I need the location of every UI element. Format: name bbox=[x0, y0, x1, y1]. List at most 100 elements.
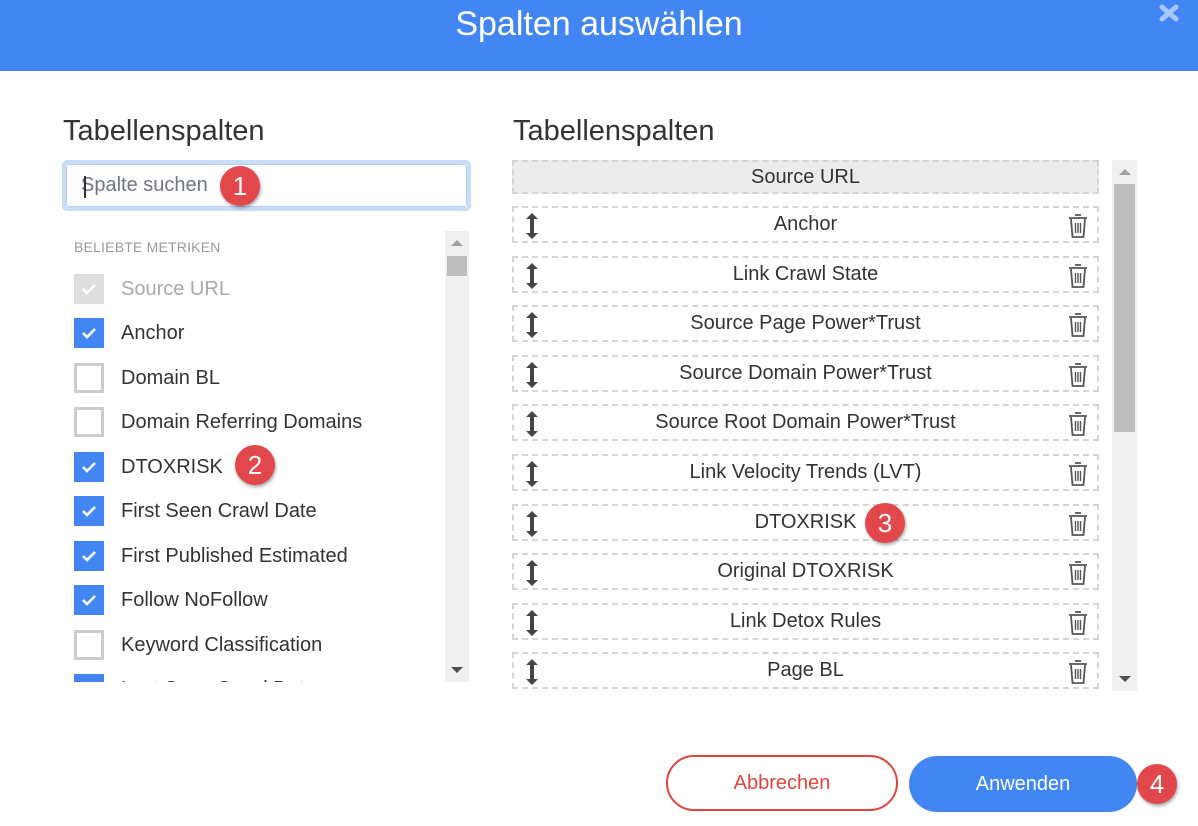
column-option-last-seen-crawl-date[interactable]: Last Seen Crawl Date bbox=[74, 674, 316, 682]
column-label: Link Detox Rules bbox=[729, 609, 882, 632]
cancel-button[interactable]: Abbrechen bbox=[666, 755, 898, 811]
selected-columns-scrollbar[interactable] bbox=[1112, 160, 1137, 691]
popular-metrics-label: BELIEBTE METRIKEN bbox=[74, 239, 221, 255]
column-option-domain-bl[interactable]: Domain BL bbox=[74, 363, 220, 393]
column-option-label: Follow NoFollow bbox=[121, 588, 268, 611]
search-field-wrapper bbox=[62, 160, 471, 211]
apply-button[interactable]: Anwenden bbox=[909, 756, 1137, 812]
remove-column-button[interactable] bbox=[1067, 610, 1089, 636]
annotation-badge-1: 1 bbox=[220, 166, 260, 206]
annotation-badge-2: 2 bbox=[235, 445, 275, 485]
selected-column-row[interactable]: Source Root Domain Power*Trust bbox=[512, 404, 1099, 442]
column-label: Page BL bbox=[767, 659, 844, 682]
checkbox[interactable] bbox=[74, 630, 104, 660]
remove-column-button[interactable] bbox=[1067, 312, 1089, 338]
drag-handle[interactable] bbox=[523, 409, 541, 439]
checkbox[interactable] bbox=[74, 274, 104, 304]
remove-column-button[interactable] bbox=[1067, 511, 1089, 537]
check-icon bbox=[82, 506, 96, 517]
annotation-badge-4: 4 bbox=[1137, 764, 1177, 804]
selected-column-row[interactable]: Link Velocity Trends (LVT) bbox=[512, 454, 1099, 491]
drag-handle[interactable] bbox=[523, 509, 541, 539]
scrollbar-thumb[interactable] bbox=[1114, 184, 1135, 432]
drag-handle[interactable] bbox=[523, 608, 541, 638]
vertical-arrows-icon bbox=[526, 609, 538, 636]
column-option-dtoxrisk[interactable]: DTOXRISK bbox=[74, 452, 223, 482]
annotation-badge-3: 3 bbox=[865, 503, 905, 543]
selected-column-row[interactable]: Page BL bbox=[512, 652, 1099, 690]
trash-icon bbox=[1069, 313, 1087, 338]
checkbox[interactable] bbox=[74, 674, 104, 682]
drag-handle[interactable] bbox=[523, 360, 541, 390]
selected-column-row[interactable]: Link Crawl State bbox=[512, 255, 1099, 293]
trash-icon bbox=[1069, 610, 1087, 635]
selected-columns-list: Source URL Anchor Link Crawl State Source … bbox=[512, 160, 1100, 691]
column-label: Source Domain Power*Trust bbox=[679, 361, 932, 384]
drag-handle[interactable] bbox=[523, 459, 541, 489]
trash-icon bbox=[1069, 214, 1087, 238]
dialog-header: Spalten auswählen bbox=[0, 0, 1198, 71]
column-option-first-seen-crawl-date[interactable]: First Seen Crawl Date bbox=[74, 496, 317, 526]
drag-handle[interactable] bbox=[523, 657, 541, 687]
remove-column-button[interactable] bbox=[1067, 263, 1089, 289]
remove-column-button[interactable] bbox=[1067, 362, 1089, 388]
trash-icon bbox=[1069, 362, 1087, 387]
drag-handle[interactable] bbox=[523, 310, 541, 340]
scroll-up-arrow-icon[interactable] bbox=[451, 240, 463, 246]
drag-handle[interactable] bbox=[523, 211, 541, 241]
trash-icon bbox=[1069, 511, 1087, 536]
selected-column-row[interactable]: Anchor bbox=[512, 206, 1099, 243]
remove-column-button[interactable] bbox=[1067, 411, 1089, 437]
scroll-down-arrow-icon[interactable] bbox=[451, 667, 463, 673]
check-icon bbox=[82, 328, 96, 339]
column-option-label: First Seen Crawl Date bbox=[121, 499, 317, 522]
column-search-input[interactable] bbox=[66, 164, 467, 207]
checkbox[interactable] bbox=[74, 407, 104, 437]
column-option-domain-referring-domains[interactable]: Domain Referring Domains bbox=[74, 407, 362, 437]
column-label: Source Root Domain Power*Trust bbox=[655, 411, 956, 434]
check-icon bbox=[82, 551, 96, 562]
drag-handle[interactable] bbox=[523, 558, 541, 588]
scrollbar-thumb[interactable] bbox=[447, 256, 467, 276]
trash-icon bbox=[1069, 462, 1087, 486]
column-option-source-url[interactable]: Source URL bbox=[74, 274, 230, 304]
selected-column-row[interactable]: Source Domain Power*Trust bbox=[512, 354, 1099, 392]
remove-column-button[interactable] bbox=[1067, 461, 1089, 487]
column-label: Anchor bbox=[773, 213, 838, 235]
remove-column-button[interactable] bbox=[1067, 560, 1089, 586]
column-option-first-published-estimated[interactable]: First Published Estimated bbox=[74, 541, 348, 571]
selected-column-row[interactable]: Original DTOXRISK bbox=[512, 553, 1099, 591]
selected-column-row[interactable]: Link Detox Rules bbox=[512, 602, 1099, 640]
remove-column-button[interactable] bbox=[1067, 213, 1089, 239]
close-button[interactable] bbox=[1158, 2, 1180, 24]
drag-handle[interactable] bbox=[523, 261, 541, 291]
remove-column-button[interactable] bbox=[1067, 659, 1089, 685]
column-chooser-dialog: Spalten auswählen Tabellenspalten 1 BELI… bbox=[0, 0, 1198, 826]
selected-column-row[interactable]: Source Page Power*Trust bbox=[512, 305, 1099, 343]
available-columns-scrollbar[interactable] bbox=[445, 231, 469, 682]
column-option-anchor[interactable]: Anchor bbox=[74, 318, 184, 348]
checkbox[interactable] bbox=[74, 541, 104, 571]
trash-icon bbox=[1069, 660, 1087, 685]
vertical-arrows-icon bbox=[526, 659, 538, 686]
available-columns-title: Tabellenspalten bbox=[63, 115, 265, 147]
selected-columns-title: Tabellenspalten bbox=[513, 115, 715, 147]
checkbox[interactable] bbox=[74, 496, 104, 526]
checkbox[interactable] bbox=[74, 452, 104, 482]
checkbox[interactable] bbox=[74, 585, 104, 615]
column-option-label: DTOXRISK bbox=[121, 455, 223, 478]
column-label: Original DTOXRISK bbox=[717, 560, 894, 583]
column-option-label: Source URL bbox=[121, 277, 230, 300]
column-option-follow-nofollow[interactable]: Follow NoFollow bbox=[74, 585, 268, 615]
scroll-down-arrow-icon[interactable] bbox=[1118, 676, 1131, 682]
column-label: Link Crawl State bbox=[732, 262, 879, 285]
column-option-label: Anchor bbox=[121, 321, 185, 344]
column-option-keyword-classification[interactable]: Keyword Classification bbox=[74, 630, 322, 660]
column-option-label: Domain BL bbox=[121, 366, 220, 389]
selected-column-row[interactable]: DTOXRISK bbox=[512, 503, 1099, 541]
trash-icon bbox=[1069, 412, 1087, 437]
checkbox[interactable] bbox=[74, 318, 104, 348]
check-icon bbox=[82, 284, 96, 295]
scroll-up-arrow-icon[interactable] bbox=[1118, 169, 1131, 175]
checkbox[interactable] bbox=[74, 363, 104, 393]
